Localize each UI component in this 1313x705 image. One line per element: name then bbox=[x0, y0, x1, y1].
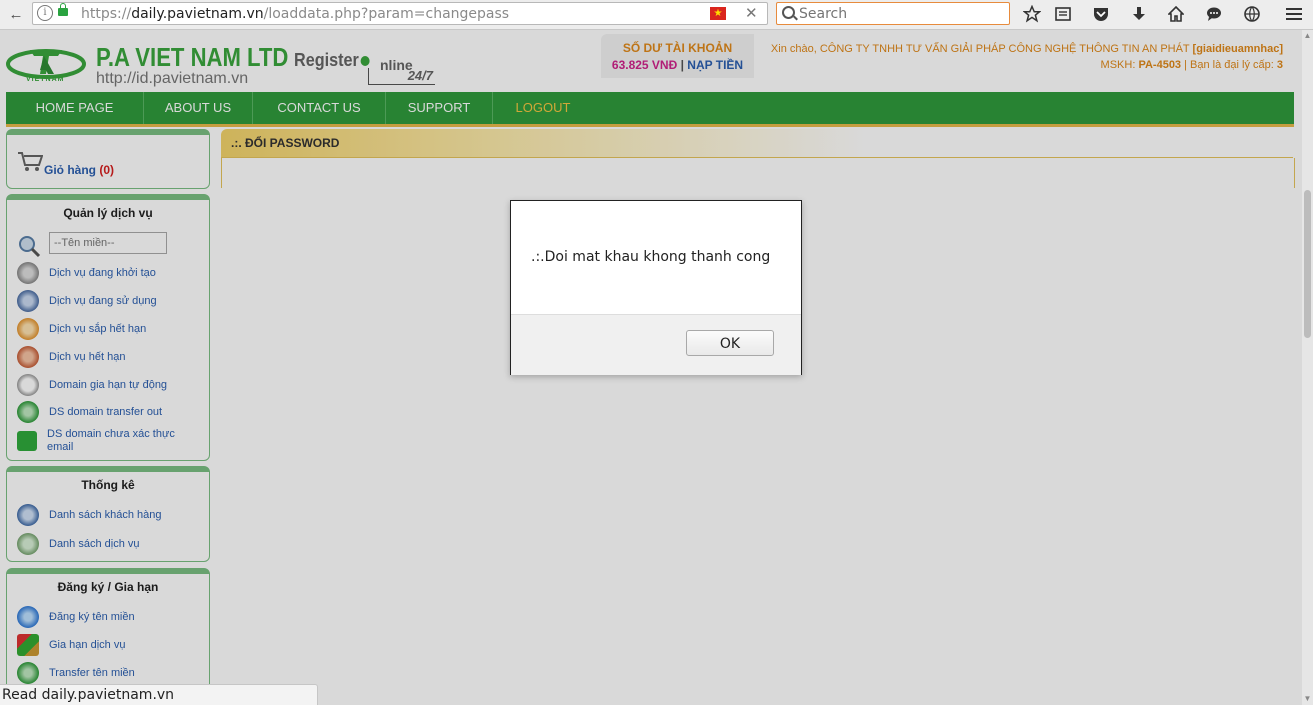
search-input[interactable] bbox=[799, 5, 1004, 22]
scroll-down-icon[interactable]: ▼ bbox=[1303, 695, 1312, 703]
download-icon[interactable] bbox=[1129, 4, 1149, 24]
search-icon bbox=[782, 6, 795, 19]
menu-icon[interactable] bbox=[1284, 4, 1304, 24]
close-icon[interactable]: ✕ bbox=[745, 4, 758, 22]
flag-icon: ★ bbox=[710, 7, 726, 20]
chat-icon[interactable] bbox=[1204, 4, 1224, 24]
url-path: /loaddata.php?param=changepass bbox=[263, 6, 510, 22]
alert-dialog: .:.Doi mat khau khong thanh cong OK bbox=[510, 200, 802, 375]
ok-button[interactable]: OK bbox=[686, 330, 774, 356]
status-bar: Read daily.pavietnam.vn bbox=[0, 684, 318, 705]
url-host: daily.pavietnam.vn bbox=[131, 6, 264, 22]
globe-icon[interactable] bbox=[1242, 4, 1262, 24]
bookmark-star-icon[interactable] bbox=[1022, 4, 1042, 24]
url-text[interactable]: https://daily.pavietnam.vn/loaddata.php?… bbox=[81, 6, 509, 22]
status-text: Read daily.pavietnam.vn bbox=[2, 687, 175, 703]
page-scrollbar[interactable]: ▲ ▼ bbox=[1302, 30, 1313, 705]
scroll-thumb[interactable] bbox=[1304, 190, 1311, 338]
dialog-message: .:.Doi mat khau khong thanh cong bbox=[531, 249, 771, 265]
back-arrow-icon[interactable]: ← bbox=[4, 3, 28, 25]
reading-list-icon[interactable] bbox=[1053, 4, 1073, 24]
dialog-footer: OK bbox=[511, 314, 801, 375]
url-prefix: https:// bbox=[81, 6, 132, 22]
pocket-icon[interactable] bbox=[1091, 4, 1111, 24]
search-box[interactable] bbox=[776, 2, 1010, 25]
home-icon[interactable] bbox=[1166, 4, 1186, 24]
lock-icon bbox=[58, 3, 68, 16]
browser-toolbar: ← i https://daily.pavietnam.vn/loaddata.… bbox=[0, 0, 1313, 30]
info-icon[interactable]: i bbox=[37, 5, 53, 21]
scroll-up-icon[interactable]: ▲ bbox=[1303, 32, 1312, 40]
address-bar[interactable]: i https://daily.pavietnam.vn/loaddata.ph… bbox=[32, 2, 768, 25]
